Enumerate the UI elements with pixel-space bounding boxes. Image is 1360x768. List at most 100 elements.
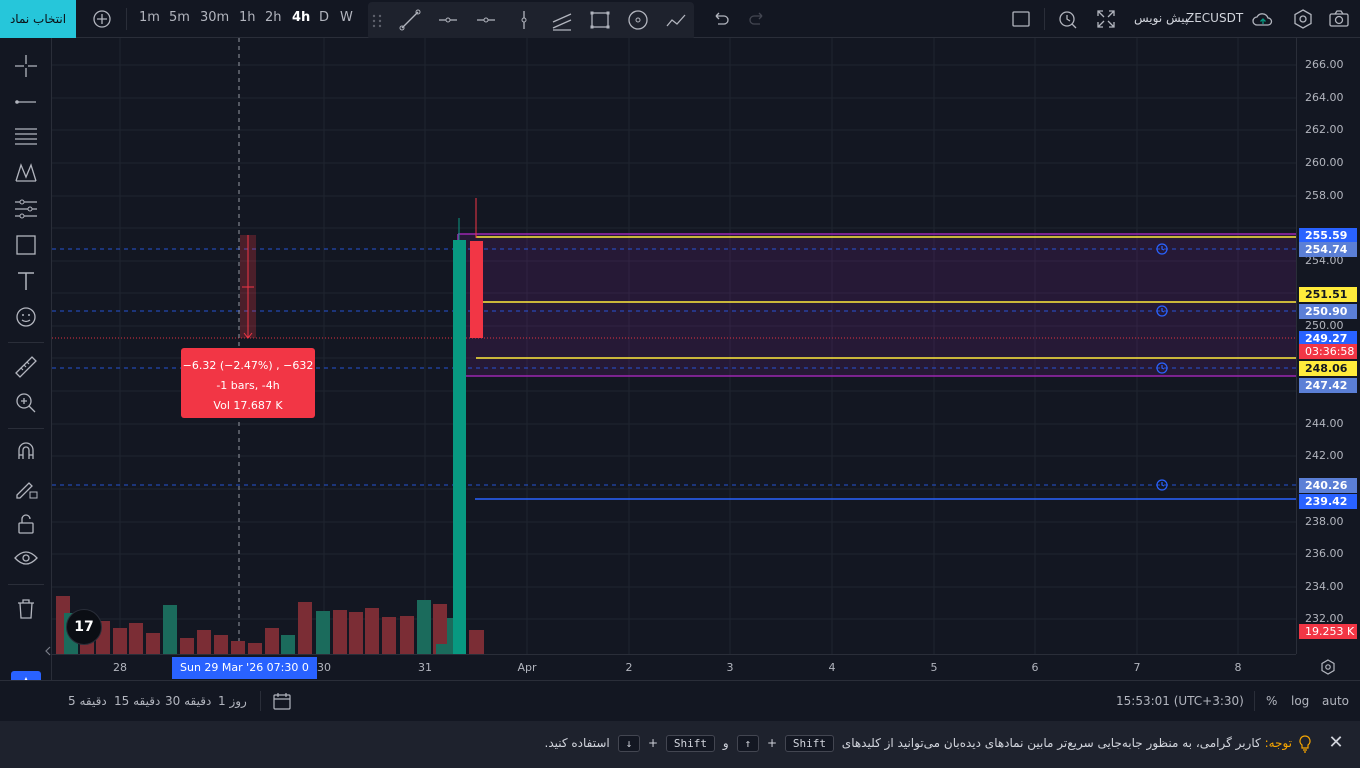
lock-drawing-icon[interactable] bbox=[13, 475, 39, 501]
range-15m[interactable]: دقیقه 15 bbox=[114, 694, 160, 708]
path-icon[interactable] bbox=[664, 8, 688, 32]
price-label-250-90: 250.90 bbox=[1299, 304, 1357, 319]
volume-bar bbox=[265, 628, 279, 654]
plus-sign: + bbox=[648, 736, 659, 750]
rectangle-icon[interactable] bbox=[588, 8, 612, 32]
magnet-icon[interactable] bbox=[13, 439, 39, 465]
volume-bar bbox=[417, 600, 431, 654]
pattern-tool-icon[interactable] bbox=[13, 160, 39, 186]
percent-toggle[interactable]: % bbox=[1266, 694, 1277, 708]
crosshair-time-label: Sun 29 Mar '26 07:30 0 bbox=[172, 657, 317, 679]
volume-bar bbox=[146, 633, 160, 654]
measure-volume: Vol 17.687 K bbox=[213, 399, 283, 412]
undo-icon[interactable] bbox=[709, 8, 731, 30]
volume-bar bbox=[248, 643, 262, 654]
zoom-icon[interactable] bbox=[13, 390, 39, 416]
circle-icon[interactable] bbox=[626, 8, 650, 32]
geometric-shapes-icon[interactable] bbox=[13, 232, 39, 258]
trash-icon[interactable] bbox=[13, 596, 39, 622]
add-compare-icon[interactable] bbox=[91, 8, 113, 30]
layout-icon[interactable] bbox=[1010, 8, 1032, 30]
time-tick: 28 bbox=[113, 661, 127, 674]
log-toggle[interactable]: log bbox=[1291, 694, 1309, 708]
timeframe-2h[interactable]: 2h bbox=[265, 10, 282, 25]
vertical-line-icon[interactable] bbox=[512, 8, 536, 32]
replay-icon[interactable] bbox=[1057, 8, 1079, 30]
price-tick: 234.00 bbox=[1305, 580, 1344, 593]
candle-down bbox=[470, 241, 483, 338]
price-label-240-26: 240.26 bbox=[1299, 478, 1357, 493]
price-tick: 244.00 bbox=[1305, 417, 1344, 430]
projection-tool-icon[interactable] bbox=[13, 196, 39, 222]
timeframe-1h[interactable]: 1h bbox=[239, 10, 256, 25]
timeframe-d[interactable]: D bbox=[319, 10, 329, 25]
volume-bar bbox=[382, 617, 396, 654]
and-word: و bbox=[722, 736, 729, 750]
cloud-sync-icon[interactable] bbox=[1250, 8, 1276, 30]
ruler-icon[interactable] bbox=[13, 354, 39, 380]
symbol-name[interactable]: ZECUSDT bbox=[1186, 11, 1243, 25]
price-tick: 264.00 bbox=[1305, 91, 1344, 104]
range-5m[interactable]: دقیقه 5 bbox=[68, 694, 107, 708]
symbol-search-button[interactable]: انتخاب نماد bbox=[0, 0, 76, 38]
bar-countdown: 03:36:58 bbox=[1299, 344, 1357, 359]
eye-icon[interactable] bbox=[13, 545, 39, 571]
price-label-248-06: 248.06 bbox=[1299, 361, 1357, 376]
range-1d[interactable]: روز 1 bbox=[218, 694, 247, 708]
range-30m[interactable]: دقیقه 30 bbox=[165, 694, 211, 708]
lock-icon[interactable] bbox=[13, 511, 39, 537]
notice-title: توجه: bbox=[1264, 736, 1292, 750]
left-drawing-toolbar bbox=[0, 38, 52, 682]
trend-line-tool-icon[interactable] bbox=[13, 89, 39, 115]
volume-bar bbox=[281, 635, 295, 654]
timeframe-5m[interactable]: 5m bbox=[169, 10, 190, 25]
drag-handle-icon[interactable] bbox=[370, 8, 384, 32]
horizontal-line-icon[interactable] bbox=[474, 8, 498, 32]
tradingview-logo[interactable]: 17 bbox=[66, 609, 102, 645]
crosshair-icon[interactable] bbox=[13, 53, 39, 79]
key-shift: Shift bbox=[784, 735, 834, 752]
parallel-channel-icon[interactable] bbox=[550, 8, 574, 32]
time-tick: 7 bbox=[1133, 661, 1141, 674]
trend-line-icon[interactable] bbox=[398, 8, 422, 32]
clock[interactable]: 15:53:01 (UTC+3:30) bbox=[1116, 694, 1244, 708]
candle-up bbox=[453, 240, 466, 654]
price-tick: 242.00 bbox=[1305, 449, 1344, 462]
close-icon[interactable]: ✕ bbox=[1326, 733, 1346, 753]
redo-icon[interactable] bbox=[747, 8, 769, 30]
price-tick: 260.00 bbox=[1305, 156, 1344, 169]
auto-toggle[interactable]: auto bbox=[1322, 694, 1349, 708]
lightbulb-icon bbox=[1299, 735, 1311, 753]
price-tick: 262.00 bbox=[1305, 123, 1344, 136]
time-tick: 8 bbox=[1234, 661, 1242, 674]
chart-canvas[interactable] bbox=[52, 38, 1296, 654]
volume-bar bbox=[214, 635, 228, 654]
fib-tool-icon[interactable] bbox=[13, 124, 39, 150]
ray-icon[interactable] bbox=[436, 8, 460, 32]
volume-bar bbox=[349, 612, 363, 654]
time-tick: 31 bbox=[418, 661, 432, 674]
timeframe-1m[interactable]: 1m bbox=[139, 10, 160, 25]
volume-label: 19.253 K bbox=[1299, 624, 1357, 639]
axis-settings-icon[interactable] bbox=[1320, 659, 1336, 675]
time-tick: 30 bbox=[317, 661, 331, 674]
notice-text: توجه: کاربر گرامی، به منظور جابه‌جایی سر… bbox=[545, 735, 1292, 752]
price-axis[interactable]: 266.00 264.00 262.00 260.00 258.00 254.0… bbox=[1296, 38, 1360, 654]
timeframe-w[interactable]: W bbox=[340, 10, 353, 25]
timeframe-30m[interactable]: 30m bbox=[200, 10, 229, 25]
date-range-icon[interactable] bbox=[272, 691, 292, 711]
camera-icon[interactable] bbox=[1328, 8, 1350, 30]
settings-icon[interactable] bbox=[1292, 8, 1314, 30]
time-tick: 4 bbox=[828, 661, 836, 674]
rectangle-zone[interactable] bbox=[458, 234, 1296, 376]
timeframe-4h[interactable]: 4h bbox=[292, 10, 310, 25]
emoji-icon[interactable] bbox=[13, 304, 39, 330]
volume-bar bbox=[180, 638, 194, 654]
collapse-toolbar-icon[interactable] bbox=[44, 646, 52, 656]
price-label-239-42: 239.42 bbox=[1299, 494, 1357, 509]
volume-bar bbox=[129, 623, 143, 654]
time-axis[interactable]: 28 30 31 Apr 2 3 4 5 6 7 8 Sun 29 Mar '2… bbox=[52, 654, 1296, 680]
chart-pane[interactable]: −6.32 (−2.47%) , −632 -1 bars, -4h Vol 1… bbox=[52, 38, 1296, 654]
text-tool-icon[interactable] bbox=[13, 268, 39, 294]
fullscreen-icon[interactable] bbox=[1095, 8, 1117, 30]
